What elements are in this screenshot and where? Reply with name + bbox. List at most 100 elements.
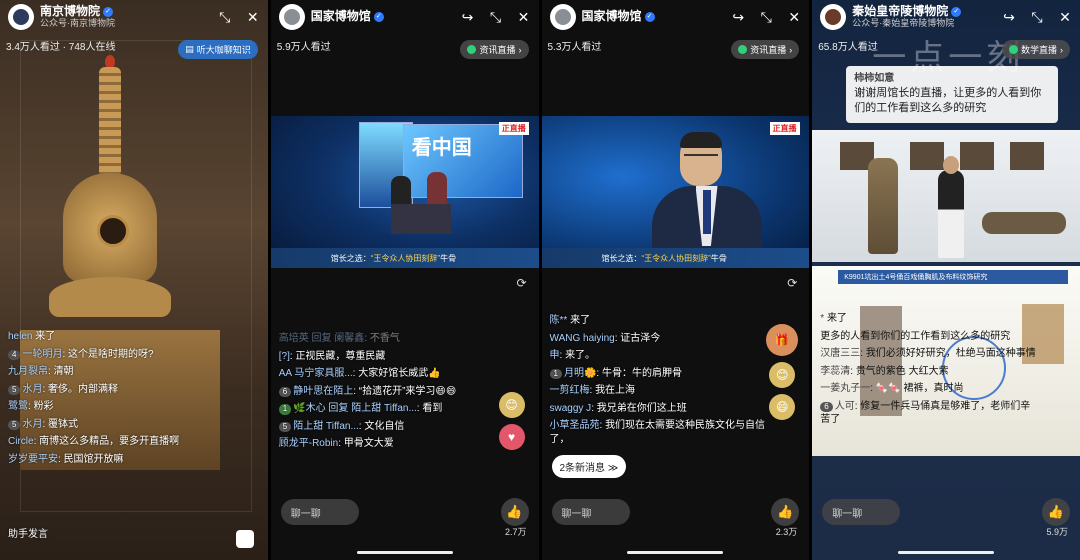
like-count: 2.3万 [775, 527, 798, 537]
news-live-button[interactable]: 资讯直播 › [731, 40, 800, 59]
verified-icon: ✓ [103, 7, 114, 18]
video-caption: 馆长之选： “王令众人协田刻辞” 牛骨 [270, 248, 539, 268]
channel-name: 南京博物院 [40, 4, 101, 19]
comment-list: 高培英 回复 阑馨鑫: 不香气 [?]: 正视民藏，尊重民藏 AA 马宁家具服.… [278, 332, 499, 455]
channel-name: 秦始皇帝陵博物院 [852, 4, 949, 19]
comment: 九月裂帛: 清朝 [8, 366, 74, 377]
avatar[interactable] [820, 4, 847, 30]
header: 秦始皇帝陵博物院 ✓ 公众号·秦始皇帝陵博物院 ↪ ⤡ ✕ [812, 0, 1080, 34]
gift-icon[interactable]: 🎁 [766, 324, 799, 356]
verified-icon: ✓ [951, 7, 962, 18]
close-icon[interactable]: ✕ [1058, 9, 1072, 26]
guest-speaker [651, 128, 762, 268]
thumb-up-icon[interactable]: 👍 [500, 498, 529, 526]
comment: helen 来了 [8, 331, 56, 342]
knowledge-button[interactable]: ▤ 听大咖聊知识 [178, 40, 258, 59]
minimize-icon[interactable]: ⤡ [218, 9, 232, 26]
pinned-user: 柿柿如意 [854, 73, 895, 84]
channel-subtitle: 公众号·南京博物院 [40, 17, 115, 28]
share-icon[interactable]: ↪ [731, 9, 745, 26]
live-panel-qin: 一点一刻 K9901坑出土4号俑百戏俑胸肌及布料纹饰研究 秦始皇帝陵博物院 ✓ 公… [812, 0, 1080, 560]
news-live-label: 资讯直播 [479, 45, 516, 55]
minimize-icon[interactable]: ⤡ [759, 9, 773, 26]
comment: 1 🌿木心 回复 陌上甜 Tiffan...: 看到 [278, 402, 499, 416]
chat-input[interactable]: 助手发言 [8, 528, 228, 542]
comment: WANG haiying: 证古泽今 [549, 332, 661, 344]
minimize-icon[interactable]: ⤡ [489, 9, 503, 26]
comment: AA 马宁家具服...: 大家好馆长威武👍 [278, 368, 441, 379]
video-caption: 馆长之选： “王令众人协田刻辞” 牛骨 [541, 248, 810, 268]
close-icon[interactable]: ✕ [517, 9, 531, 26]
comment: 鹭鹭: 粉彩 [8, 401, 54, 412]
pinned-text: 谢谢周馆长的直播，让更多的人看到你们的工作看到这么多的研究 [854, 87, 1042, 115]
globe-icon [467, 45, 477, 54]
avatar[interactable] [278, 4, 305, 30]
share-icon[interactable]: ↪ [1002, 9, 1016, 26]
comment: 李蕊清: 贵气的紫色 大红大紫 [820, 365, 949, 377]
live-panel-nanjing: 南京博物院 ✓ 公众号·南京博物院 ⤡ ✕ 3.4万人看过 · 748人在线 ▤ 听… [0, 0, 268, 560]
comment: 汉唐三三: 我们必须好好研究，杜绝马面这种事情 [820, 348, 1036, 359]
emoji-icon: 😄 [769, 394, 796, 420]
slide-title: K9901坑出土4号俑百戏俑胸肌及布料纹饰研究 [838, 270, 1069, 284]
heart-icon: ♥ [498, 424, 525, 450]
share-icon[interactable]: ↪ [461, 9, 475, 26]
exhibit-scene [812, 130, 1080, 262]
comment: 5 陌上甜 Tiffan...: 文化自信 [278, 420, 499, 434]
chat-input[interactable]: 聊一聊 [551, 499, 630, 525]
chat-input[interactable]: 聊一聊 [822, 499, 901, 525]
thumb-up-icon[interactable]: 👍 [1042, 498, 1070, 526]
channel-subtitle: 公众号·秦始皇帝陵博物院 [852, 17, 955, 28]
live-panel-nmc-2: 国家博物馆✓ ↪ ⤡ ✕ 5.3万人看过 资讯直播 › 正直播 看中国 馆长之选… [541, 0, 810, 560]
globe-icon [738, 45, 748, 54]
comment: * 来了 [820, 313, 847, 324]
live-panel-nmc-1: 国家博物馆✓ ↪ ⤡ ✕ 5.9万人看过 资讯直播 › 看中国 正直播 看中国 … [270, 0, 539, 560]
comment: Circle: 南博这么多精品，要多开直播啊 [8, 436, 180, 447]
comment: 6 静叶思在陌上: “拾遗花开”来学习😄😄 [278, 385, 499, 399]
emoji-icon: 😊 [498, 392, 525, 418]
bag-icon[interactable] [235, 530, 254, 548]
emoji-icon: 😊 [769, 362, 796, 388]
comment: 1 月明🌼: 牛骨：牛的肩胛骨 [549, 367, 770, 381]
comment: [?]: 正视民藏，尊重民藏 [278, 350, 386, 362]
math-live-button[interactable]: 数学直播 › [1001, 40, 1070, 59]
knowledge-button-label: 听大咖聊知识 [196, 45, 251, 55]
bottom-bar: 聊一聊 👍 [822, 498, 1070, 526]
new-messages-button[interactable]: 2条新消息 ≫ [551, 455, 627, 478]
comment: 申: 来了。 [549, 350, 596, 361]
comment: 5 水月: 奢侈。内部满释 [8, 383, 228, 397]
news-live-button[interactable]: 资讯直播 › [460, 40, 529, 59]
avatar[interactable] [549, 4, 576, 30]
channel-name: 国家博物馆 [310, 9, 371, 24]
header: 国家博物馆 ✓ ↪ ⤡ ✕ [542, 0, 810, 34]
thumb-up-icon[interactable]: 👍 [771, 498, 800, 526]
close-icon[interactable]: ✕ [246, 9, 260, 26]
chat-input[interactable]: 聊一聊 [280, 499, 359, 525]
comment: 5 水月: 覆钵式 [8, 418, 228, 432]
video-player[interactable]: 正直播 看中国 馆长之选：“王令众人协田刻辞”牛骨 [541, 116, 810, 268]
like-count: 2.7万 [504, 527, 527, 537]
video-player[interactable]: 看中国 正直播 看中国 馆长之选：“王令众人协田刻辞”牛骨 [270, 116, 539, 268]
header: 南京博物院 ✓ 公众号·南京博物院 ⤡ ✕ [0, 0, 268, 34]
viewer-count: 5.3万人看过 [547, 42, 602, 53]
rotate-screen-icon[interactable]: ⟳ [787, 276, 797, 290]
verified-icon: ✓ [644, 12, 655, 22]
comment-list: 陈** 来了 WANG haiying: 证古泽今 申: 来了。 1 月明🌼: 牛… [549, 314, 770, 450]
comment: 6 人可: 修复一件兵马俑真是够难了，老师们辛苦了 [820, 400, 1031, 425]
viewer-count: 65.8万人看过 [818, 42, 878, 53]
minimize-icon[interactable]: ⤡ [1030, 9, 1044, 26]
home-indicator [627, 551, 724, 554]
reaction-stack: 😊 ♥ [495, 392, 529, 450]
bottom-bar: 聊一聊 👍 [551, 498, 800, 526]
header: 国家博物馆 ✓ ↪ ⤡ ✕ [271, 0, 539, 34]
comment: swaggy J: 我兄弟在你们这上班 [549, 402, 687, 414]
comment-list: helen 来了 4 一轮明月: 这个是啥时期的呀? 九月裂帛: 清朝 5 水月: … [8, 330, 228, 470]
comment-list: * 来了 更多的人看到你们的工作看到这么多的研究 汉唐三三: 我们必须好好研究，… [820, 312, 1040, 431]
viewer-count: 3.4万人看过 · 748人在线 [6, 42, 116, 53]
avatar[interactable] [8, 4, 34, 30]
close-icon[interactable]: ✕ [787, 9, 801, 26]
math-live-label: 数学直播 [1020, 45, 1057, 55]
bottom-bar: 聊一聊 👍 [280, 498, 529, 526]
pinned-comment: 柿柿如意 谢谢周馆长的直播，让更多的人看到你们的工作看到这么多的研究 [846, 66, 1059, 123]
reaction-stack: 🎁 😊 😄 [765, 324, 799, 420]
rotate-screen-icon[interactable]: ⟳ [516, 276, 526, 290]
